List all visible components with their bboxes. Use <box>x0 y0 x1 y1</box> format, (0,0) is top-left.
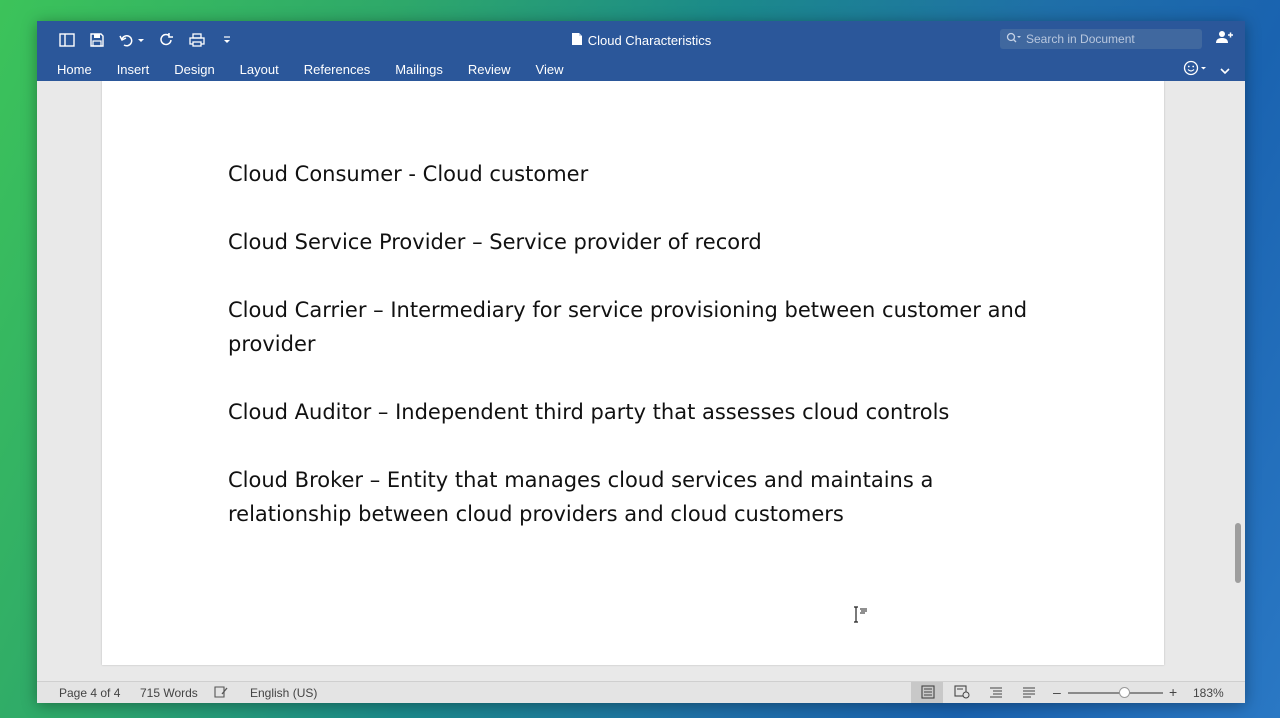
share-person-icon[interactable] <box>1215 30 1233 49</box>
tab-insert[interactable]: Insert <box>117 62 150 77</box>
status-bar: Page 4 of 4 715 Words English (US) – + 1… <box>37 681 1245 703</box>
feedback-smiley-icon[interactable] <box>1183 60 1207 76</box>
paragraph-cloud-consumer[interactable]: Cloud Consumer - Cloud customer <box>228 157 1048 191</box>
zoom-slider-track[interactable] <box>1068 692 1163 694</box>
web-layout-view-icon[interactable] <box>954 685 970 702</box>
page-count[interactable]: Page 4 of 4 <box>59 686 120 700</box>
tab-view[interactable]: View <box>536 62 564 77</box>
tab-mailings[interactable]: Mailings <box>395 62 443 77</box>
tab-design[interactable]: Design <box>174 62 214 77</box>
document-canvas[interactable]: Cloud Consumer - Cloud customer Cloud Se… <box>37 81 1245 681</box>
ribbon-tabs: Home Insert Design Layout References Mai… <box>57 62 588 77</box>
paragraph-cloud-broker[interactable]: Cloud Broker – Entity that manages cloud… <box>228 463 1048 531</box>
zoom-out-button[interactable]: – <box>1053 684 1061 700</box>
search-icon <box>1006 32 1022 47</box>
search-input[interactable] <box>1026 32 1196 46</box>
tab-home[interactable]: Home <box>57 62 92 77</box>
zoom-slider-knob[interactable] <box>1119 687 1130 698</box>
zoom-level[interactable]: 183% <box>1193 686 1224 700</box>
paragraph-cloud-service-provider[interactable]: Cloud Service Provider – Service provide… <box>228 225 1048 259</box>
word-count[interactable]: 715 Words <box>140 686 198 700</box>
language-indicator[interactable]: English (US) <box>250 686 317 700</box>
paragraph-cloud-auditor[interactable]: Cloud Auditor – Independent third party … <box>228 395 1048 429</box>
search-box[interactable] <box>1000 29 1202 49</box>
outline-view-icon[interactable] <box>989 685 1003 702</box>
text-cursor-icon <box>853 606 869 629</box>
tab-layout[interactable]: Layout <box>240 62 279 77</box>
print-layout-view-icon[interactable] <box>921 685 935 702</box>
tab-review[interactable]: Review <box>468 62 511 77</box>
tab-references[interactable]: References <box>304 62 370 77</box>
document-page[interactable]: Cloud Consumer - Cloud customer Cloud Se… <box>102 81 1164 665</box>
collapse-ribbon-chevron-icon[interactable] <box>1219 63 1231 81</box>
document-icon <box>571 32 583 49</box>
draft-view-icon[interactable] <box>1022 685 1036 702</box>
word-window: Cloud Characteristics Home Insert Design… <box>37 21 1245 703</box>
document-title: Cloud Characteristics <box>587 33 712 48</box>
paragraph-cloud-carrier[interactable]: Cloud Carrier – Intermediary for service… <box>228 293 1048 361</box>
document-body[interactable]: Cloud Consumer - Cloud customer Cloud Se… <box>228 157 1048 565</box>
proofing-icon[interactable] <box>213 685 229 702</box>
vertical-scrollbar-thumb[interactable] <box>1235 523 1241 583</box>
title-bar: Cloud Characteristics Home Insert Design… <box>37 21 1245 81</box>
zoom-in-button[interactable]: + <box>1169 684 1177 700</box>
